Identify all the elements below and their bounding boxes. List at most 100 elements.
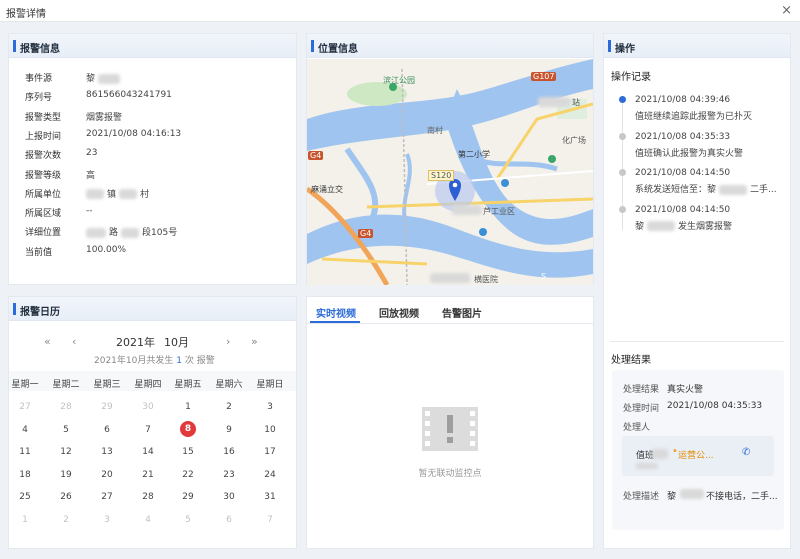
calendar-day[interactable]: 27 [88, 492, 126, 502]
calendar-day[interactable]: 2 [47, 515, 85, 525]
calendar-month: 10月 [164, 336, 189, 349]
tab-realtime-video[interactable]: 实时视频 [316, 305, 356, 320]
header-accent [13, 40, 16, 52]
calendar-day[interactable]: 18 [6, 470, 44, 480]
record-text-main: 值班确认此报警为真实火警 [635, 148, 744, 159]
calendar-day[interactable]: 21 [129, 470, 167, 480]
calendar-day[interactable]: 14 [129, 447, 167, 457]
info-value-text: -- [86, 206, 93, 217]
calendar-day[interactable]: 22 [169, 470, 207, 480]
active-tab-indicator [310, 321, 360, 323]
panel-title: 位置信息 [318, 44, 358, 55]
phone-icon[interactable]: ✆ [742, 447, 750, 458]
map-label-plaza: 化广场 [562, 136, 586, 145]
calendar-day[interactable]: 17 [251, 447, 289, 457]
calendar-day[interactable]: 3 [88, 515, 126, 525]
redacted [121, 227, 140, 238]
panel-header: 位置信息 [307, 34, 593, 58]
map-label-g107: G107 [531, 72, 557, 81]
calendar-day[interactable]: 1 [169, 402, 207, 412]
close-icon[interactable]: × [781, 3, 792, 18]
redacted [719, 184, 748, 195]
header-accent [608, 40, 611, 52]
calendar-day[interactable]: 16 [210, 447, 248, 457]
result-title: 处理结果 [611, 355, 651, 366]
info-value: 861566043241791 [86, 90, 172, 100]
redacted [680, 489, 704, 499]
map-label-industry: 芦工业区 [483, 207, 515, 216]
info-value: 镇村 [86, 187, 149, 200]
calendar-day[interactable]: 20 [88, 470, 126, 480]
calendar-day[interactable]: 12 [47, 447, 85, 457]
calendar-day[interactable]: 2 [210, 402, 248, 412]
calendar-day[interactable]: 23 [210, 470, 248, 480]
calendar-day[interactable]: 25 [6, 492, 44, 502]
info-value-text-2: 段105号 [142, 228, 178, 239]
map-label-s120: S120 [428, 170, 455, 181]
info-key: 事件源 [25, 74, 53, 84]
calendar-day[interactable]: 27 [6, 402, 44, 412]
calendar-day[interactable]: 1 [6, 515, 44, 525]
calendar-day[interactable]: 19 [47, 470, 85, 480]
next-month-button[interactable]: › [226, 335, 230, 348]
header-accent [311, 40, 314, 52]
info-key: 上报时间 [25, 131, 62, 142]
calendar-day[interactable]: 3 [251, 402, 289, 412]
info-value-text: 高 [86, 170, 96, 181]
calendar-day[interactable]: 31 [251, 492, 289, 502]
calendar-day[interactable]: 28 [47, 402, 85, 412]
weekday-label: 星期日 [256, 380, 284, 390]
record-text-main: 系统发送短信至：黎 [635, 185, 717, 195]
timeline-dot [619, 132, 626, 140]
calendar-day[interactable]: 30 [210, 492, 248, 502]
calendar-day[interactable]: 13 [88, 447, 126, 457]
location-panel: 位置信息 [306, 33, 594, 285]
calendar-day[interactable]: 26 [47, 492, 85, 502]
record-time: 2021/10/08 04:35:33 [635, 131, 731, 142]
calendar-day[interactable]: 4 [6, 425, 44, 435]
calendar-day[interactable]: 6 [88, 425, 126, 435]
result-value-2: 不接电话，二手... [706, 492, 778, 502]
tab-alarm-images[interactable]: 告警图片 [442, 305, 482, 320]
header-accent [13, 303, 16, 315]
weekday-label: 星期五 [174, 380, 202, 390]
calendar-day[interactable]: 6 [210, 515, 248, 525]
calendar-day[interactable]: 28 [129, 492, 167, 502]
result-key: 处理结果 [623, 385, 660, 395]
calendar-day[interactable]: 29 [169, 492, 207, 502]
calendar-day[interactable]: 29 [88, 402, 126, 412]
calendar-day[interactable]: 10 [251, 425, 289, 435]
result-value: 黎 [667, 492, 677, 502]
next-year-button[interactable]: » [251, 335, 258, 348]
calendar-day[interactable]: 7 [129, 425, 167, 435]
record-text: 值班继续追踪此报警为已扑灭 [635, 109, 752, 122]
calendar-day[interactable]: 15 [169, 447, 207, 457]
calendar-day[interactable]: 4 [129, 515, 167, 525]
calendar-day[interactable]: 24 [251, 470, 289, 480]
summary-suffix: 次 报警 [184, 356, 215, 366]
info-value-text: 路 [109, 228, 119, 239]
prev-year-button[interactable]: « [44, 335, 51, 348]
panel-header: 操作 [604, 34, 790, 58]
info-value: 100.00% [86, 245, 126, 255]
prev-month-button[interactable]: ‹ [72, 335, 76, 348]
record-text: 系统发送短信至：黎 二手... [635, 182, 777, 195]
info-value-text: 100.00% [86, 244, 127, 255]
timeline-dot [619, 96, 626, 103]
calendar-day[interactable]: 30 [129, 402, 167, 412]
calendar-day-selected[interactable]: 8 [180, 421, 196, 437]
tab-playback-video[interactable]: 回放视频 [379, 305, 419, 320]
calendar-day[interactable]: 5 [169, 515, 207, 525]
records-title: 操作记录 [611, 72, 651, 83]
weekday-label: 星期三 [93, 380, 121, 390]
redacted [652, 449, 668, 459]
info-value-text: 烟雾报警 [86, 112, 123, 123]
calendar-day[interactable]: 11 [6, 447, 44, 457]
calendar-day[interactable]: 5 [47, 425, 85, 435]
map-label-hospital: 横医院 [474, 275, 498, 284]
calendar-day[interactable]: 9 [210, 425, 248, 435]
calendar-day[interactable]: 7 [251, 515, 289, 525]
window-title: 报警详情 [6, 9, 46, 20]
tab-bar-border [307, 323, 593, 324]
panel-title: 操作 [615, 44, 635, 55]
